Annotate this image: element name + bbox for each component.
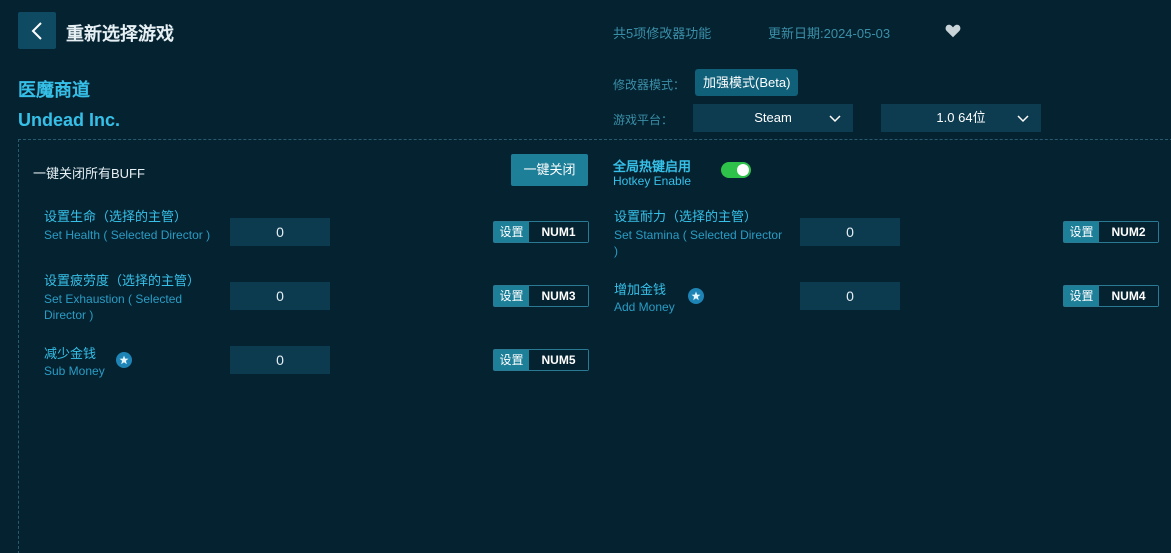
hotkey-num3[interactable]: 设置 NUM3 bbox=[493, 285, 589, 307]
hotkey-num5[interactable]: 设置 NUM5 bbox=[493, 349, 589, 371]
add-money-value-input[interactable]: 0 bbox=[800, 282, 900, 310]
set-button[interactable]: 设置 bbox=[1064, 222, 1099, 242]
stamina-value-input[interactable]: 0 bbox=[800, 218, 900, 246]
update-date: 更新日期:2024-05-03 bbox=[768, 26, 891, 41]
features-panel bbox=[18, 139, 1171, 553]
hotkey-label: NUM4 bbox=[1099, 286, 1158, 306]
chevron-down-icon bbox=[1017, 115, 1029, 123]
mode-label: 修改器模式： bbox=[613, 78, 686, 92]
close-all-label: 一键关闭所有BUFF bbox=[33, 166, 145, 181]
hotkey-enable-label-en: Hotkey Enable bbox=[613, 174, 692, 188]
page-title: 重新选择游戏 bbox=[66, 24, 174, 44]
chevron-down-icon bbox=[829, 115, 841, 123]
hotkey-label: NUM5 bbox=[529, 350, 588, 370]
set-button[interactable]: 设置 bbox=[1064, 286, 1099, 306]
back-button[interactable] bbox=[18, 12, 56, 49]
star-icon bbox=[116, 352, 132, 368]
version-select[interactable]: 1.0 64位 bbox=[881, 104, 1041, 132]
close-all-button[interactable]: 一键关闭 bbox=[511, 154, 588, 186]
heart-icon[interactable] bbox=[944, 22, 962, 40]
star-icon bbox=[688, 288, 704, 304]
feature-count: 共5项修改器功能 bbox=[613, 26, 712, 41]
mode-badge[interactable]: 加强模式(Beta) bbox=[695, 69, 799, 96]
hotkey-label: NUM1 bbox=[529, 222, 588, 242]
feature-label-en: Set Exhaustion ( Selected Director ) bbox=[44, 292, 183, 322]
feature-label-cn: 设置生命（选择的主管） bbox=[44, 209, 188, 224]
health-value-input[interactable]: 0 bbox=[230, 218, 330, 246]
hotkey-enable-label-cn: 全局热键启用 bbox=[613, 159, 692, 174]
game-name-en: Undead Inc. bbox=[18, 110, 121, 130]
hotkey-label: NUM2 bbox=[1099, 222, 1158, 242]
chevron-left-icon bbox=[31, 21, 42, 40]
game-name-cn: 医魔商道 bbox=[18, 80, 90, 100]
set-button[interactable]: 设置 bbox=[494, 350, 529, 370]
platform-select-value: Steam bbox=[754, 110, 792, 125]
feature-label-cn: 减少金钱 bbox=[44, 346, 97, 361]
platform-label: 游戏平台： bbox=[613, 113, 674, 127]
exhaustion-value-input[interactable]: 0 bbox=[230, 282, 330, 310]
platform-select[interactable]: Steam bbox=[693, 104, 853, 132]
feature-label-en: Set Health ( Selected Director ) bbox=[44, 228, 211, 242]
trainer-window: 重新选择游戏 共5项修改器功能 更新日期:2024-05-03 医魔商道 Und… bbox=[0, 0, 1171, 553]
hotkey-label: NUM3 bbox=[529, 286, 588, 306]
hotkey-num4[interactable]: 设置 NUM4 bbox=[1063, 285, 1159, 307]
sub-money-value-input[interactable]: 0 bbox=[230, 346, 330, 374]
feature-label-cn: 设置疲劳度（选择的主管） bbox=[44, 273, 201, 288]
hotkey-toggle[interactable] bbox=[721, 162, 751, 178]
set-button[interactable]: 设置 bbox=[494, 222, 529, 242]
feature-label-cn: 增加金钱 bbox=[614, 282, 667, 297]
hotkey-num1[interactable]: 设置 NUM1 bbox=[493, 221, 589, 243]
set-button[interactable]: 设置 bbox=[494, 286, 529, 306]
hotkey-num2[interactable]: 设置 NUM2 bbox=[1063, 221, 1159, 243]
version-select-value: 1.0 64位 bbox=[936, 110, 986, 125]
toggle-knob bbox=[737, 164, 749, 176]
feature-label-en: Set Stamina ( Selected Director ) bbox=[614, 228, 783, 258]
feature-label-cn: 设置耐力（选择的主管） bbox=[614, 209, 758, 224]
